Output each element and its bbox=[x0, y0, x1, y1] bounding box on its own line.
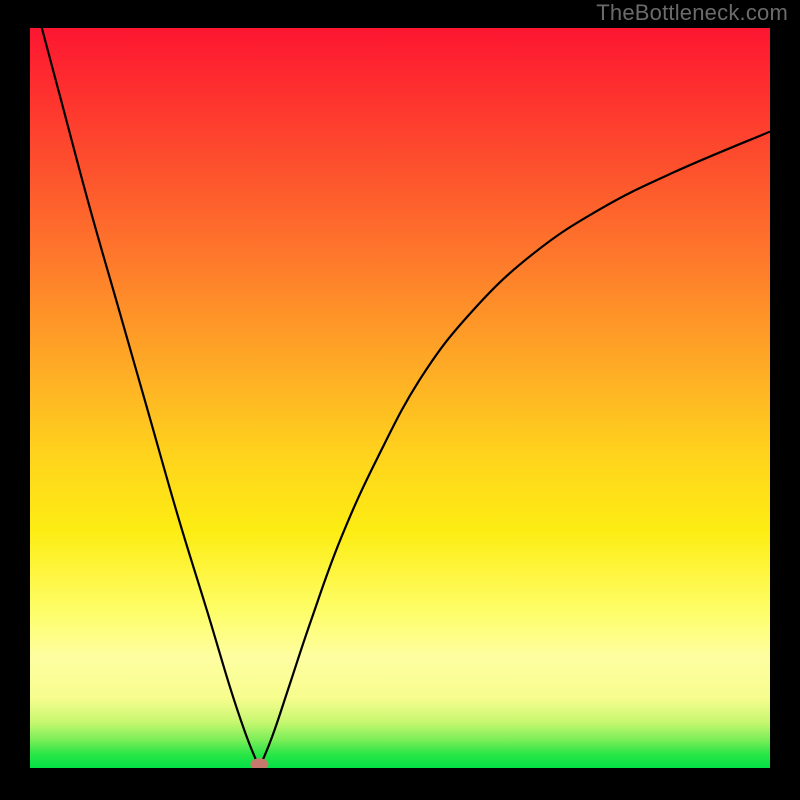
chart-svg bbox=[30, 28, 770, 768]
watermark-text: TheBottleneck.com bbox=[596, 0, 788, 26]
chart-frame: TheBottleneck.com bbox=[0, 0, 800, 800]
plot-area bbox=[30, 28, 770, 768]
bottleneck-curve bbox=[30, 28, 770, 764]
minimum-marker bbox=[250, 758, 268, 768]
